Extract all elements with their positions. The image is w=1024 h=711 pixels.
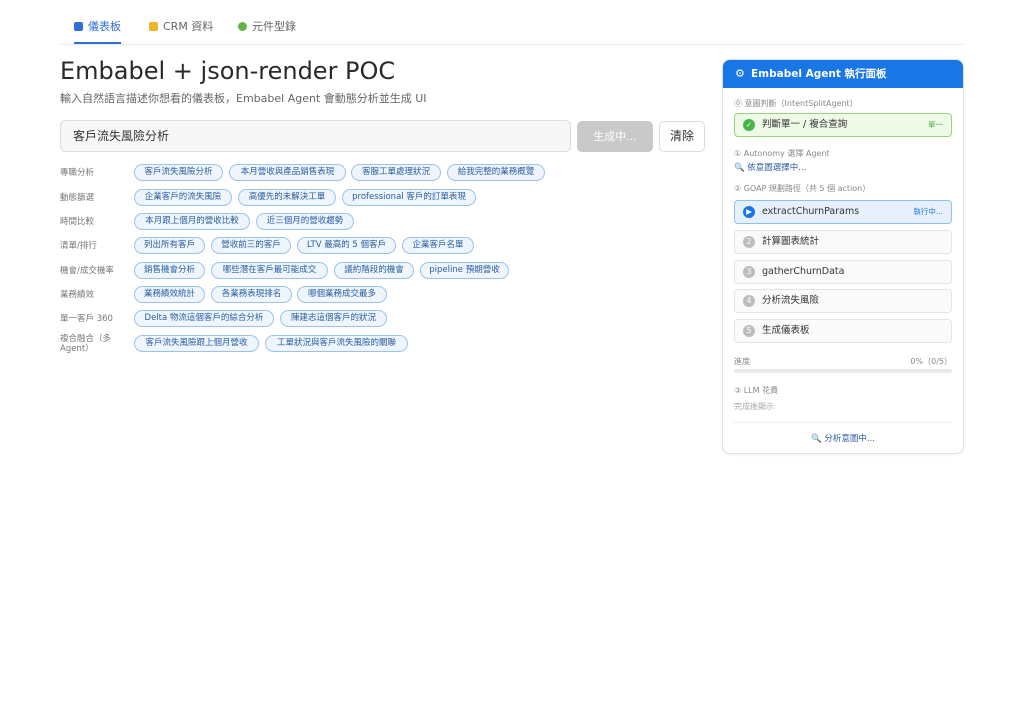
- generate-button[interactable]: 生成中...: [577, 121, 653, 152]
- step-label: extractChurnParams: [762, 206, 860, 217]
- step-number: 3: [743, 266, 755, 278]
- search-icon: 🔍: [811, 434, 822, 444]
- suggestion-chip[interactable]: 本月營收與產品銷售表現: [229, 164, 346, 181]
- suggestion-chip[interactable]: 高優先的未解決工單: [238, 189, 336, 206]
- step-row: ▶ extractChurnParams 執行中...: [734, 200, 952, 224]
- panel-header: ⚙ Embabel Agent 執行面板: [723, 60, 963, 88]
- step-label: 生成儀表板: [762, 325, 810, 336]
- intent-label: 判斷單一 / 複合查詢: [762, 119, 848, 130]
- step-number: 2: [743, 236, 755, 248]
- step-number: 5: [743, 325, 755, 337]
- tab-dashboard[interactable]: 儀表板: [74, 18, 121, 44]
- step-row: 2 計算圖表統計: [734, 230, 952, 254]
- suggestion-chip[interactable]: 客戶流失風險分析: [134, 164, 223, 181]
- footer-status-text: 分析意圖中...: [824, 434, 875, 444]
- autonomy-section-title: ① Autonomy 選擇 Agent: [734, 149, 830, 158]
- intent-status: 單一: [928, 120, 943, 129]
- step-row: 5 生成儀表板: [734, 319, 952, 343]
- footer-status: 🔍 分析意圖中...: [723, 432, 963, 444]
- autonomy-status-text: 依意圖選擇中...: [747, 163, 807, 173]
- progress-bar: [734, 369, 952, 373]
- bar-chart-icon: [74, 22, 83, 31]
- top-tabs: 儀表板 CRM 資料 元件型錄: [60, 0, 964, 45]
- category-label: 專職分析: [60, 168, 95, 178]
- category-label: 機會/成交機率: [60, 266, 114, 276]
- suggestion-chip[interactable]: 業務績效統計: [134, 286, 205, 303]
- suggestion-chip[interactable]: 列出所有客戶: [134, 237, 205, 254]
- llm-note: 完成後顯示: [734, 402, 774, 411]
- step-label: 分析流失風險: [762, 295, 820, 306]
- panel-title: Embabel Agent 執行面板: [751, 68, 887, 80]
- suggestion-chip[interactable]: 工單狀況與客戶流失風險的關聯: [265, 335, 408, 352]
- category-label: 時間比較: [60, 217, 95, 227]
- suggestion-chip[interactable]: 客戶流失風險跟上個月營收: [134, 335, 259, 352]
- tab-dashboard-label: 儀表板: [88, 20, 121, 33]
- step-label: 計算圖表統計: [762, 236, 820, 247]
- category-label: 清單/排行: [60, 241, 97, 251]
- puzzle-icon: [238, 22, 247, 31]
- page-title: Embabel + json-render POC: [60, 57, 396, 85]
- check-icon: ✓: [743, 119, 755, 131]
- suggestion-chip[interactable]: LTV 最高的 5 個客戶: [297, 237, 396, 254]
- suggestion-chip[interactable]: pipeline 預期營收: [420, 262, 509, 279]
- tab-crm-label: CRM 資料: [163, 20, 214, 33]
- step-row: 3 gatherChurnData: [734, 260, 952, 284]
- suggestion-chip[interactable]: 近三個月的營收趨勢: [256, 213, 354, 230]
- suggestion-chip[interactable]: 本月跟上個月的營收比較: [134, 213, 250, 230]
- suggestion-chip[interactable]: 銷售機會分析: [134, 262, 205, 279]
- tab-component-catalog[interactable]: 元件型錄: [238, 18, 296, 44]
- category-label: 業務績效: [60, 290, 95, 300]
- llm-section-title: ③ LLM 花費: [734, 386, 779, 395]
- suggestion-chip[interactable]: 客服工單處理狀況: [351, 164, 441, 181]
- search-icon: 🔍: [734, 163, 745, 173]
- step-number: 4: [743, 295, 755, 307]
- suggestion-chip[interactable]: 哪些潛在客戶最可能成交: [211, 262, 328, 279]
- suggestion-chip[interactable]: professional 客戶的訂單表現: [342, 189, 476, 206]
- play-icon: ▶: [743, 206, 755, 218]
- suggestion-chip[interactable]: 營收前三的客戶: [211, 237, 291, 254]
- agent-execution-panel: ⚙ Embabel Agent 執行面板 ⓪ 意圖判斷（IntentSplitA…: [722, 59, 964, 454]
- suggestion-chip[interactable]: 議約階段的機會: [334, 262, 414, 279]
- goap-section-title: ② GOAP 規劃路徑（共 5 個 action）: [734, 184, 871, 193]
- suggestion-chip[interactable]: 給我完整的業務概覽: [447, 164, 545, 181]
- suggestion-chip[interactable]: 哪個業務成交最多: [297, 286, 387, 303]
- suggestion-chip[interactable]: 企業客戶名單: [402, 237, 474, 254]
- step-status: 執行中...: [913, 207, 943, 216]
- intent-section-title: ⓪ 意圖判斷（IntentSplitAgent）: [734, 99, 858, 108]
- suggestion-chip[interactable]: 企業客戶的流失風險: [134, 189, 232, 206]
- page-subtitle: 輸入自然語言描述你想看的儀表板，Embabel Agent 會動態分析並生成 U…: [60, 92, 427, 105]
- intent-box: ✓ 判斷單一 / 複合查詢 單一: [734, 113, 952, 137]
- progress-text: 0%（0/5）: [910, 357, 952, 366]
- tab-crm-data[interactable]: CRM 資料: [149, 18, 213, 44]
- tab-catalog-label: 元件型錄: [252, 20, 296, 33]
- progress-label: 進度: [734, 357, 750, 366]
- step-label: gatherChurnData: [762, 266, 845, 277]
- autonomy-status: 🔍 依意圖選擇中...: [734, 161, 806, 173]
- clear-button[interactable]: 清除: [659, 121, 705, 152]
- step-row: 4 分析流失風險: [734, 289, 952, 313]
- query-input[interactable]: 客戶流失風險分析: [60, 120, 571, 152]
- folder-icon: [149, 22, 158, 31]
- category-label: 動態篩選: [60, 193, 95, 203]
- category-label: 複合融合（多 Agent）: [60, 334, 112, 354]
- suggestion-chip[interactable]: Delta 物流這個客戶的綜合分析: [134, 310, 274, 327]
- suggestion-chip[interactable]: 各業務表現排名: [211, 286, 292, 303]
- category-label: 單一客戶 360: [60, 314, 113, 324]
- suggestion-chip[interactable]: 陳建志這個客戶的狀況: [280, 310, 387, 327]
- gear-icon: ⚙: [735, 67, 745, 80]
- divider: [734, 422, 952, 423]
